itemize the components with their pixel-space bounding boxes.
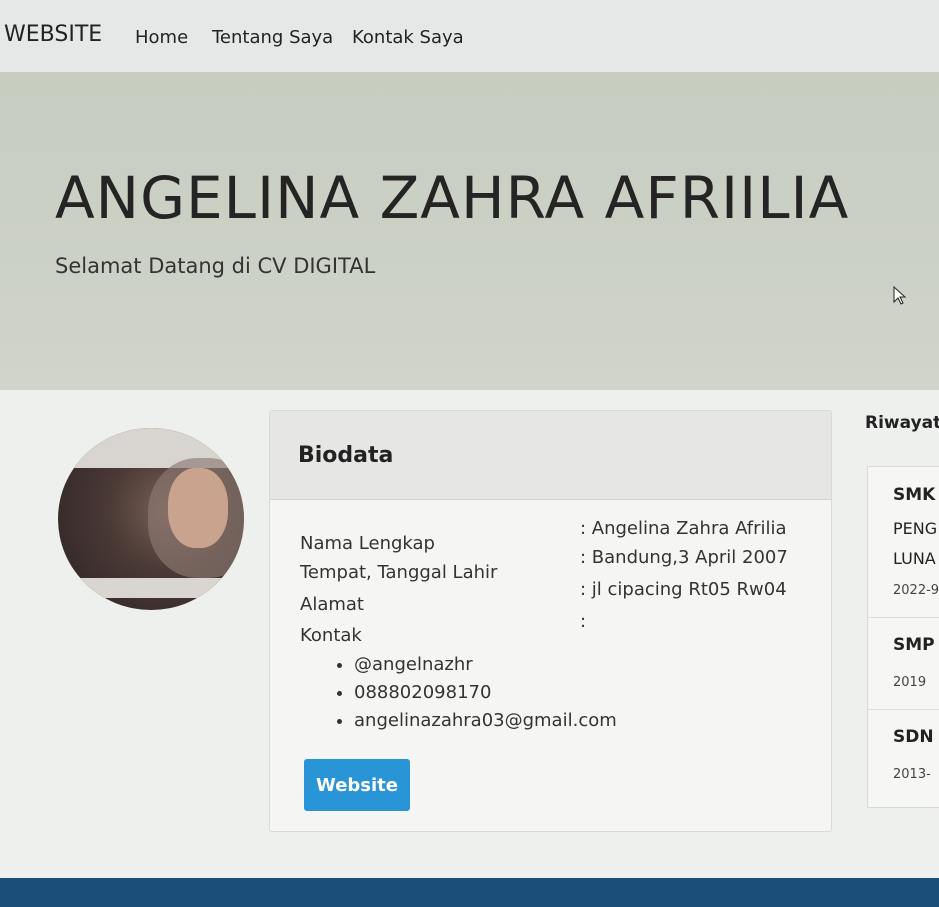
profile-avatar (58, 428, 244, 610)
value-tempat-tanggal-lahir: : Bandung,3 April 2007 (580, 547, 788, 568)
contact-email: angelinazahra03@gmail.com (354, 707, 617, 735)
label-alamat: Alamat (300, 594, 364, 615)
label-kontak: Kontak (300, 625, 362, 646)
contact-phone: 088802098170 (354, 679, 617, 707)
contact-instagram: @angelnazhr (354, 651, 617, 679)
edu-divider-2 (868, 709, 939, 710)
website-button[interactable]: Website (304, 759, 410, 811)
edu-school-2: SMP (893, 635, 935, 655)
nav-link-tentang-saya[interactable]: Tentang Saya (212, 27, 333, 48)
mouse-cursor-icon (893, 286, 907, 305)
biodata-card: Biodata Nama Lengkap Tempat, Tanggal Lah… (269, 410, 832, 832)
hero-banner: ANGELINA ZAHRA AFRIILIA Selamat Datang d… (0, 72, 939, 390)
nav-link-home[interactable]: Home (135, 27, 188, 48)
hero-title: ANGELINA ZAHRA AFRIILIA (55, 164, 850, 232)
edu-divider-1 (868, 617, 939, 618)
value-kontak: : (580, 611, 587, 632)
hero-subtitle: Selamat Datang di CV DIGITAL (55, 254, 376, 278)
edu-major-1b: LUNA (893, 549, 936, 568)
navbar: WEBSITE Home Tentang Saya Kontak Saya (0, 0, 939, 73)
edu-major-1a: PENG (893, 519, 938, 538)
contact-list: @angelnazhr 088802098170 angelinazahra03… (330, 651, 617, 735)
edu-years-1: 2022-9 (893, 583, 939, 598)
edu-school-1: SMK I (893, 485, 939, 505)
value-nama-lengkap: : Angelina Zahra Afrilia (580, 518, 787, 539)
label-nama-lengkap: Nama Lengkap (300, 533, 435, 554)
value-alamat: : jl cipacing Rt05 Rw04 (580, 579, 787, 600)
nav-link-kontak-saya[interactable]: Kontak Saya (352, 27, 464, 48)
riwayat-card: SMK I PENG LUNA 2022-9 SMP 2019 SDN 2013… (867, 466, 939, 808)
biodata-card-header: Biodata (270, 411, 831, 500)
riwayat-title: Riwayat (865, 413, 939, 433)
biodata-title: Biodata (298, 443, 394, 468)
footer-bar (0, 878, 939, 907)
navbar-brand[interactable]: WEBSITE (4, 22, 102, 47)
edu-years-3: 2013- (893, 767, 931, 782)
edu-years-2: 2019 (893, 675, 927, 690)
label-tempat-tanggal-lahir: Tempat, Tanggal Lahir (300, 562, 498, 583)
edu-school-3: SDN (893, 727, 934, 747)
